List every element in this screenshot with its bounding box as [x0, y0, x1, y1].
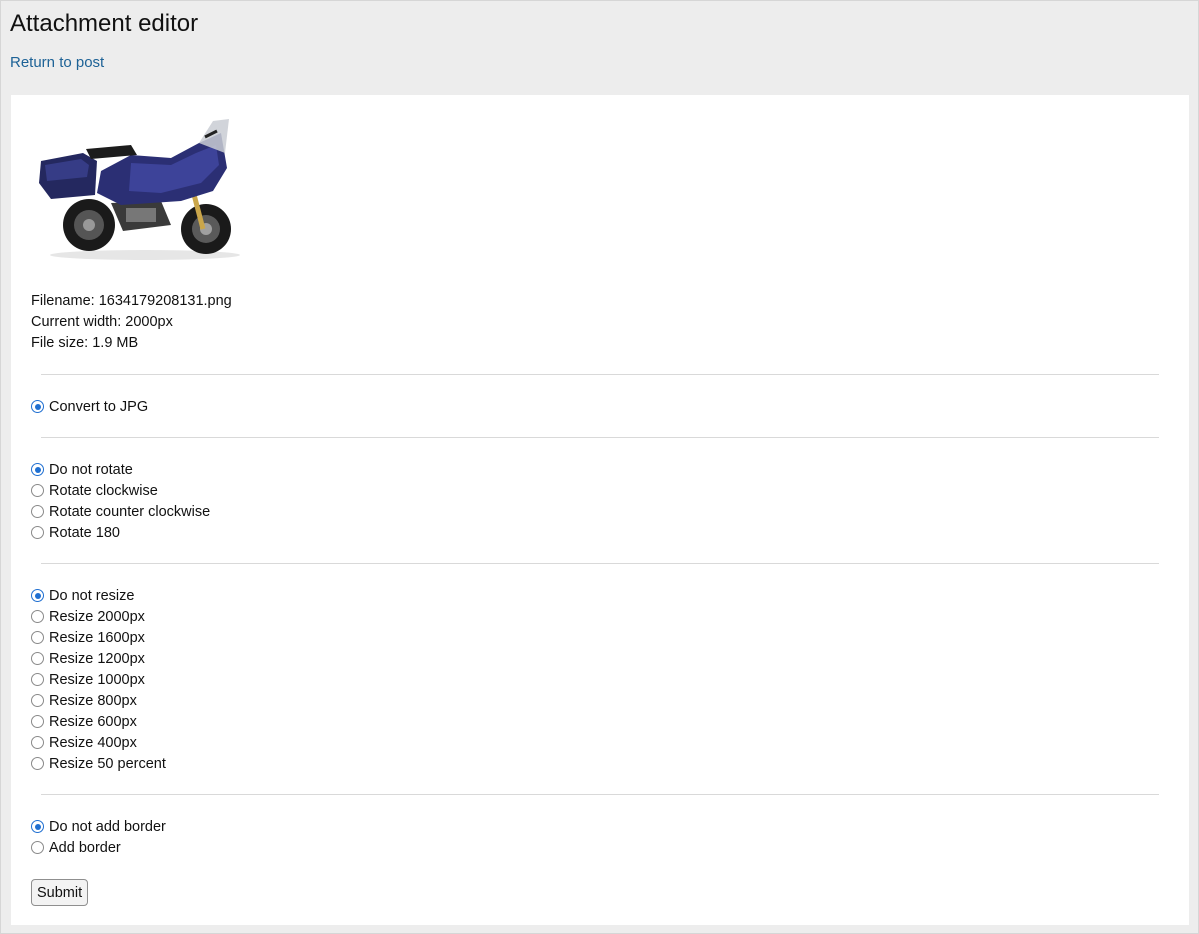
- file-info: Filename: 1634179208131.png Current widt…: [31, 291, 232, 354]
- radio-button[interactable]: [31, 841, 44, 854]
- radio-button[interactable]: [31, 652, 44, 665]
- option-label: Rotate counter clockwise: [49, 503, 211, 520]
- radio-button[interactable]: [31, 694, 44, 707]
- rotate-clockwise-option[interactable]: Rotate clockwise: [31, 480, 210, 501]
- rotate-180-option[interactable]: Rotate 180: [31, 522, 210, 543]
- do-not-rotate-option[interactable]: Do not rotate: [31, 459, 210, 480]
- return-to-post-link[interactable]: Return to post: [10, 54, 104, 71]
- divider: [41, 563, 1159, 564]
- resize-800px-option[interactable]: Resize 800px: [31, 690, 166, 711]
- option-label: Resize 1200px: [49, 650, 145, 667]
- convert-options: Convert to JPG: [31, 396, 148, 417]
- border-options: Do not add border Add border: [31, 816, 166, 858]
- resize-600px-option[interactable]: Resize 600px: [31, 711, 166, 732]
- radio-button[interactable]: [31, 631, 44, 644]
- radio-button[interactable]: [31, 673, 44, 686]
- radio-button[interactable]: [31, 610, 44, 623]
- filename-text: Filename: 1634179208131.png: [31, 293, 232, 309]
- radio-button[interactable]: [31, 715, 44, 728]
- do-not-resize-option[interactable]: Do not resize: [31, 585, 166, 606]
- option-label: Resize 800px: [49, 692, 137, 709]
- resize-2000px-option[interactable]: Resize 2000px: [31, 606, 166, 627]
- do-not-add-border-option[interactable]: Do not add border: [31, 816, 166, 837]
- rotate-counter-clockwise-option[interactable]: Rotate counter clockwise: [31, 501, 210, 522]
- option-label: Rotate 180: [49, 524, 120, 541]
- option-label: Convert to JPG: [49, 398, 149, 415]
- radio-button[interactable]: [31, 757, 44, 770]
- radio-button[interactable]: [31, 484, 44, 497]
- file-size-text: File size: 1.9 MB: [31, 335, 139, 351]
- radio-button[interactable]: [31, 526, 44, 539]
- radio-button[interactable]: [31, 505, 44, 518]
- divider: [41, 794, 1159, 795]
- divider: [41, 374, 1159, 375]
- convert-to-jpg-option[interactable]: Convert to JPG: [31, 396, 148, 417]
- resize-1600px-option[interactable]: Resize 1600px: [31, 627, 166, 648]
- attachment-thumbnail-image: [39, 119, 240, 260]
- radio-button[interactable]: [31, 589, 44, 602]
- submit-button[interactable]: Submit: [31, 879, 89, 906]
- option-label: Resize 50 percent: [49, 755, 166, 772]
- option-label: Do not rotate: [49, 461, 133, 478]
- option-label: Resize 600px: [49, 713, 137, 730]
- radio-button[interactable]: [31, 736, 44, 749]
- divider: [41, 437, 1159, 438]
- page-title: Attachment editor: [10, 10, 199, 37]
- option-label: Resize 1000px: [49, 671, 145, 688]
- option-label: Do not add border: [49, 818, 166, 835]
- current-width-text: Current width: 2000px: [31, 314, 173, 330]
- resize-400px-option[interactable]: Resize 400px: [31, 732, 166, 753]
- resize-50-percent-option[interactable]: Resize 50 percent: [31, 753, 166, 774]
- option-label: Add border: [49, 839, 121, 856]
- option-label: Resize 2000px: [49, 608, 145, 625]
- radio-button[interactable]: [31, 400, 44, 413]
- resize-options: Do not resize Resize 2000px Resize 1600p…: [31, 585, 166, 774]
- option-label: Resize 400px: [49, 734, 137, 751]
- rotate-options: Do not rotate Rotate clockwise Rotate co…: [31, 459, 210, 543]
- option-label: Resize 1600px: [49, 629, 145, 646]
- resize-1000px-option[interactable]: Resize 1000px: [31, 669, 166, 690]
- option-label: Do not resize: [49, 587, 135, 604]
- add-border-option[interactable]: Add border: [31, 837, 166, 858]
- resize-1200px-option[interactable]: Resize 1200px: [31, 648, 166, 669]
- radio-button[interactable]: [31, 820, 44, 833]
- editor-panel: Filename: 1634179208131.png Current widt…: [11, 95, 1189, 925]
- option-label: Rotate clockwise: [49, 482, 158, 499]
- radio-button[interactable]: [31, 463, 44, 476]
